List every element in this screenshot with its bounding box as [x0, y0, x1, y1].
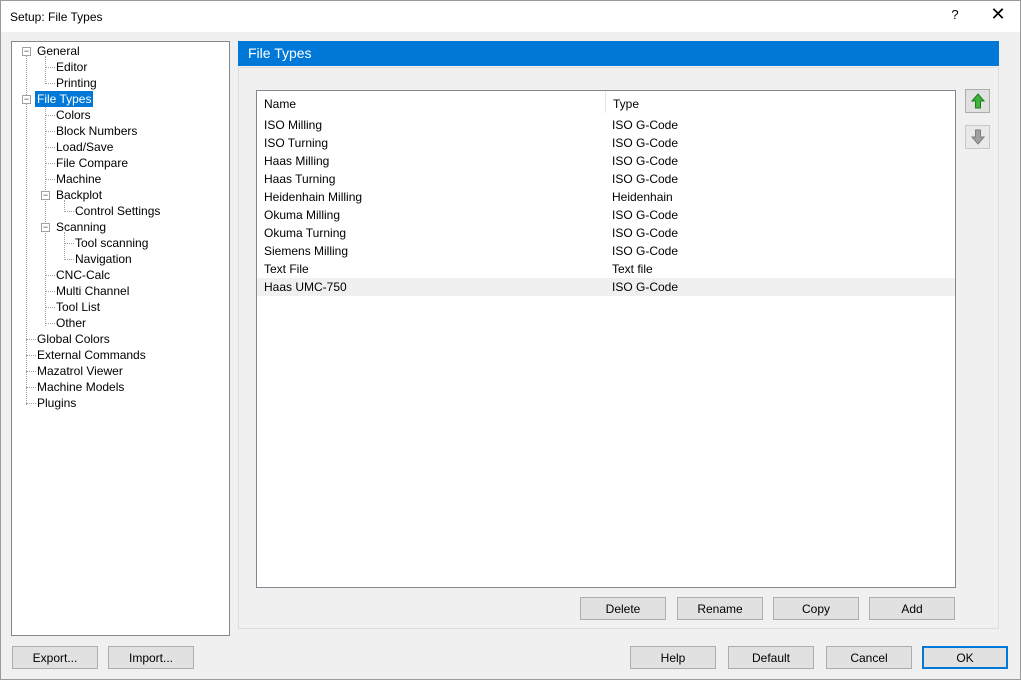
collapse-backplot-icon[interactable]: −	[41, 191, 50, 200]
arrow-up-icon	[970, 93, 985, 109]
column-header-type[interactable]: Type	[613, 97, 639, 111]
tree-item-plugins[interactable]: Plugins	[35, 395, 78, 411]
copy-button[interactable]: Copy	[773, 597, 859, 620]
row-name: ISO Turning	[264, 136, 329, 150]
tree-item-tool-scanning[interactable]: Tool scanning	[73, 235, 150, 251]
ok-button[interactable]: OK	[922, 646, 1008, 669]
tree-item-global-colors[interactable]: Global Colors	[35, 331, 112, 347]
tree-item-navigation[interactable]: Navigation	[73, 251, 134, 267]
row-type: Heidenhain	[612, 190, 673, 204]
row-type: ISO G-Code	[612, 118, 679, 132]
tree-item-multi-channel[interactable]: Multi Channel	[54, 283, 131, 299]
row-name: Text File	[264, 262, 309, 276]
row-name: Haas Milling	[264, 154, 330, 168]
list-row[interactable]: ISO Turning ISO G-Code	[257, 134, 955, 152]
delete-button[interactable]: Delete	[580, 597, 666, 620]
collapse-scanning-icon[interactable]: −	[41, 223, 50, 232]
tree-item-mazatrol-viewer[interactable]: Mazatrol Viewer	[35, 363, 125, 379]
row-type: ISO G-Code	[612, 154, 679, 168]
move-down-button[interactable]	[965, 125, 990, 149]
tree-item-file-types[interactable]: File Types	[35, 91, 94, 107]
list-row[interactable]: Haas Milling ISO G-Code	[257, 152, 955, 170]
help-button[interactable]: Help	[630, 646, 716, 669]
list-row[interactable]: Haas Turning ISO G-Code	[257, 170, 955, 188]
tree-item-tool-list[interactable]: Tool List	[54, 299, 102, 315]
help-icon[interactable]: ?	[947, 7, 963, 22]
row-name: ISO Milling	[264, 118, 323, 132]
close-icon[interactable]: ✕	[987, 4, 1009, 25]
row-name: Heidenhain Milling	[264, 190, 363, 204]
row-type: ISO G-Code	[612, 208, 679, 222]
tree-item-general[interactable]: General	[35, 43, 82, 59]
row-name: Okuma Milling	[264, 208, 341, 222]
collapse-general-icon[interactable]: −	[22, 47, 31, 56]
default-button[interactable]: Default	[728, 646, 814, 669]
tree-item-machine[interactable]: Machine	[54, 171, 103, 187]
list-row[interactable]: Siemens Milling ISO G-Code	[257, 242, 955, 260]
title-bar: Setup: File Types ? ✕	[1, 1, 1020, 32]
list-row[interactable]: Haas UMC-750 ISO G-Code	[257, 278, 955, 296]
collapse-file-types-icon[interactable]: −	[22, 95, 31, 104]
export-button[interactable]: Export...	[12, 646, 98, 669]
import-button[interactable]: Import...	[108, 646, 194, 669]
section-header: File Types	[238, 41, 999, 66]
window-title: Setup: File Types	[10, 10, 103, 24]
row-name: Okuma Turning	[264, 226, 347, 240]
column-separator[interactable]	[605, 91, 606, 113]
tree-item-block-numbers[interactable]: Block Numbers	[54, 123, 139, 139]
move-up-button[interactable]	[965, 89, 990, 113]
tree-item-control-settings[interactable]: Control Settings	[73, 203, 162, 219]
column-header-name[interactable]: Name	[264, 97, 296, 111]
tree-item-machine-models[interactable]: Machine Models	[35, 379, 126, 395]
list-header: Name Type	[257, 91, 955, 115]
tree-item-editor[interactable]: Editor	[54, 59, 89, 75]
cancel-button[interactable]: Cancel	[826, 646, 912, 669]
tree-item-external-commands[interactable]: External Commands	[35, 347, 148, 363]
list-row[interactable]: Okuma Milling ISO G-Code	[257, 206, 955, 224]
row-type: Text file	[612, 262, 653, 276]
tree-item-scanning[interactable]: Scanning	[54, 219, 108, 235]
tree-item-colors[interactable]: Colors	[54, 107, 93, 123]
tree-item-load-save[interactable]: Load/Save	[54, 139, 115, 155]
rename-button[interactable]: Rename	[677, 597, 763, 620]
tree-item-cnc-calc[interactable]: CNC-Calc	[54, 267, 112, 283]
row-name: Haas UMC-750	[264, 280, 347, 294]
row-type: ISO G-Code	[612, 280, 679, 294]
tree-item-file-compare[interactable]: File Compare	[54, 155, 130, 171]
row-name: Siemens Milling	[264, 244, 349, 258]
settings-tree: − − − − General Editor Printing File Typ…	[11, 41, 230, 636]
list-row[interactable]: Text File Text file	[257, 260, 955, 278]
row-type: ISO G-Code	[612, 244, 679, 258]
setup-dialog: Setup: File Types ? ✕ − − − − General Ed…	[0, 0, 1021, 680]
row-name: Haas Turning	[264, 172, 336, 186]
row-type: ISO G-Code	[612, 172, 679, 186]
list-row[interactable]: Okuma Turning ISO G-Code	[257, 224, 955, 242]
row-type: ISO G-Code	[612, 136, 679, 150]
file-types-list[interactable]: Name Type ISO Milling ISO G-Code ISO Tur…	[256, 90, 956, 588]
row-type: ISO G-Code	[612, 226, 679, 240]
list-row[interactable]: Heidenhain Milling Heidenhain	[257, 188, 955, 206]
tree-item-backplot[interactable]: Backplot	[54, 187, 104, 203]
tree-item-other[interactable]: Other	[54, 315, 88, 331]
tree-item-printing[interactable]: Printing	[54, 75, 99, 91]
add-button[interactable]: Add	[869, 597, 955, 620]
arrow-down-icon	[970, 129, 985, 145]
list-row[interactable]: ISO Milling ISO G-Code	[257, 116, 955, 134]
